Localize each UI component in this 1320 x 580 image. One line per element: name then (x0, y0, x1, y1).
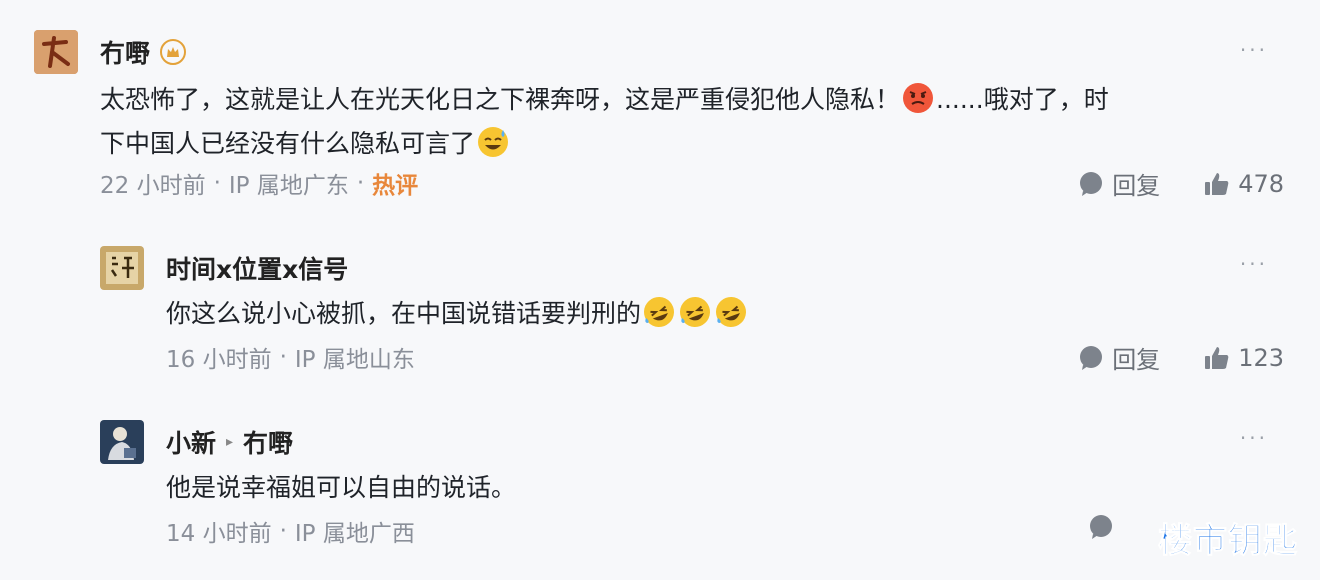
ip-location: IP 属地广东 (228, 173, 349, 199)
ip-location: IP 属地山东 (294, 347, 415, 373)
rofl-emoji-icon (643, 296, 675, 328)
avatar[interactable] (100, 246, 144, 290)
comment-text: 你这么说小心被抓，在中国说错话要判刑的 (166, 292, 749, 336)
more-options-icon[interactable]: ··· (1240, 426, 1268, 450)
reply-button[interactable]: 回复 (1078, 166, 1160, 201)
comment-bubble-icon (1090, 515, 1112, 539)
level-badge-icon (160, 39, 187, 65)
comment-text: 他是说幸福姐可以自由的说话。 (166, 473, 517, 502)
reply-button[interactable] (1088, 514, 1114, 540)
angry-emoji-icon (902, 82, 934, 114)
rofl-emoji-icon (679, 296, 711, 328)
watermark: 楼市钥匙 (1158, 521, 1298, 562)
hot-comment-badge: 热评 (372, 173, 419, 199)
like-count: 478 (1238, 169, 1284, 198)
like-count: 123 (1238, 343, 1284, 372)
reply-button[interactable]: 回复 (1078, 340, 1160, 375)
username[interactable]: 小新 (166, 424, 216, 460)
avatar[interactable] (34, 30, 78, 74)
comment-bubble-icon (1080, 345, 1103, 370)
reply-to-username[interactable]: 冇嘢 (243, 424, 293, 460)
comment-text: 太恐怖了，这就是让人在光天化日之下裸奔呀，这是严重侵犯他人隐私！ ......哦… (100, 78, 1290, 166)
separator: · (279, 344, 287, 370)
avatar[interactable] (100, 420, 144, 464)
more-options-icon[interactable]: ··· (1240, 252, 1268, 276)
like-button[interactable]: 123 (1204, 344, 1284, 372)
like-button[interactable]: 478 (1204, 170, 1284, 198)
separator: · (279, 518, 287, 544)
timestamp: 14 小时前 (166, 521, 272, 547)
ip-location: IP 属地广西 (294, 521, 415, 547)
reply-to-arrow-icon: ▸ (226, 434, 234, 450)
more-options-icon[interactable]: ··· (1240, 38, 1268, 62)
separator: · (213, 170, 221, 196)
rofl-emoji-icon (715, 296, 747, 328)
sweat-smile-emoji-icon (477, 126, 509, 158)
thumbs-up-icon (1205, 172, 1229, 195)
username[interactable]: 时间x位置x信号 (166, 250, 348, 286)
comment-bubble-icon (1080, 171, 1103, 196)
separator: · (356, 170, 365, 196)
thumbs-up-icon (1205, 346, 1229, 369)
username[interactable]: 冇嘢 (100, 34, 150, 70)
timestamp: 16 小时前 (166, 347, 272, 373)
timestamp: 22 小时前 (100, 173, 206, 199)
